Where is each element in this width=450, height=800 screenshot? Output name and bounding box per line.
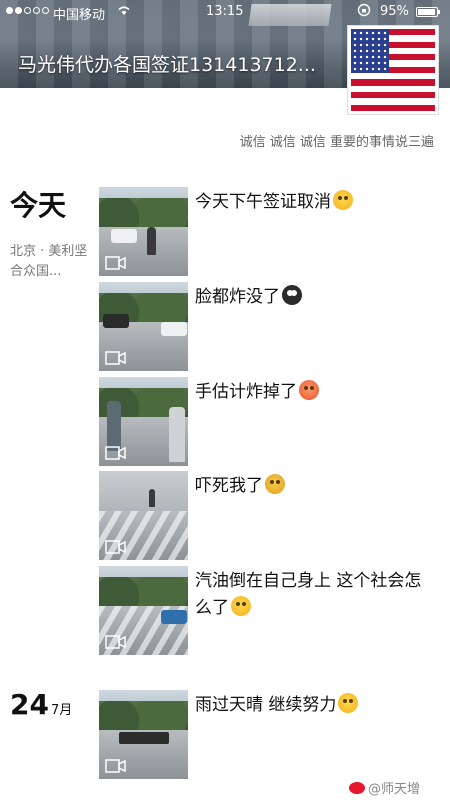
moment-post[interactable]: 吓死我了 [99,471,429,560]
month-label: 7月 [50,703,73,718]
weibo-watermark: @师天增 [348,778,420,797]
moment-post[interactable]: 汽油倒在自己身上 这个社会怎么了 [99,566,429,655]
signal-strength-icon [6,7,49,14]
moment-post[interactable]: 脸都炸没了 [99,282,429,371]
moment-post[interactable]: 手估计炸掉了 [99,377,429,466]
post-location[interactable]: 北京 · 美利坚合众国... [10,242,92,282]
video-thumbnail[interactable] [99,566,188,655]
video-icon [105,635,126,649]
post-text: 脸都炸没了 [195,284,431,311]
post-text: 吓死我了 [195,473,431,500]
video-icon [105,446,126,460]
smirk-emoji-icon [333,190,353,210]
screaming-face-emoji-icon [265,474,285,494]
video-icon [105,351,126,365]
carrier-name: 中国移动 [53,8,106,23]
video-thumbnail[interactable] [99,471,188,560]
profile-name[interactable]: 马光伟代办各国签证131413712... [18,50,316,77]
video-icon [105,256,126,270]
video-icon [105,540,126,554]
smile-emoji-icon [338,693,359,713]
moment-post[interactable]: 雨过天晴 继续努力 [99,690,429,779]
battery-icon [416,7,440,17]
post-text: 手估计炸掉了 [195,379,431,406]
day-number: 今天 [10,189,67,222]
smirk-emoji-icon [231,596,251,616]
battery-percent: 95% [380,4,409,19]
video-thumbnail[interactable] [99,690,188,779]
video-thumbnail[interactable] [99,377,188,466]
clock: 13:15 [206,4,244,19]
video-icon [105,759,126,773]
status-bar: 中国移动 13:15 95% [0,0,450,24]
post-text: 雨过天晴 继续努力 [195,692,431,719]
day-number: 24 [10,688,49,721]
owl-emoji-icon [282,285,302,305]
day-label-date: 24 7月 [10,688,72,721]
moment-post[interactable]: 今天下午签证取消 [99,187,429,276]
video-thumbnail[interactable] [99,187,188,276]
orientation-lock-icon [357,3,371,21]
profile-signature: 诚信 诚信 诚信 重要的事情说三遍 [239,135,434,150]
avatar[interactable] [348,26,438,114]
weibo-icon [348,782,365,794]
video-thumbnail[interactable] [99,282,188,371]
post-text: 今天下午签证取消 [195,189,431,216]
angry-face-emoji-icon [299,380,319,400]
wifi-icon [117,4,131,19]
post-text: 汽油倒在自己身上 这个社会怎么了 [195,571,422,618]
us-flag-icon [351,29,435,111]
day-label-today: 今天 [10,184,66,224]
